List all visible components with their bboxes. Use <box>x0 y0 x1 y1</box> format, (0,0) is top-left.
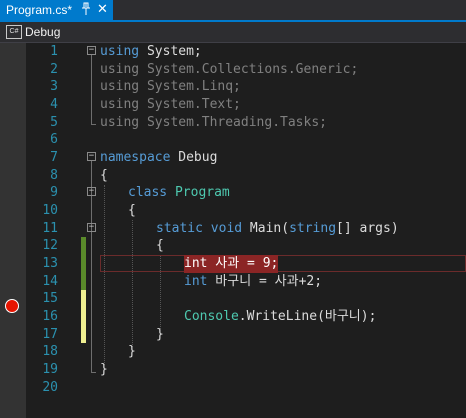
code-text: Debug <box>170 150 218 166</box>
keyword: static <box>156 220 203 236</box>
keyword: using <box>100 79 140 95</box>
code-text: } <box>100 362 108 378</box>
code-text: System.Linq; <box>139 79 241 95</box>
line-number: 16 <box>42 309 58 325</box>
code-editor[interactable]: 1 − using System; 2 using System.Collect… <box>26 43 466 418</box>
line-number: 7 <box>50 150 58 166</box>
line-number: 12 <box>42 238 58 254</box>
line-number: 1 <box>50 44 58 59</box>
keyword: using <box>100 114 140 130</box>
code-line-14: 14 int 바구니 = 사과+2; <box>26 273 466 291</box>
code-line-19: 19 } <box>26 361 466 379</box>
code-line-18: 18 } <box>26 343 466 361</box>
code-text: } <box>128 344 136 360</box>
line-number: 18 <box>42 344 58 360</box>
keyword: namespace <box>100 150 171 166</box>
code-text: { <box>100 167 108 183</box>
code-line-9: 9 − class Program <box>26 184 466 202</box>
line-number: 13 <box>42 256 58 272</box>
breakpoint-icon[interactable] <box>5 299 19 313</box>
code-line-13: 13 int 사과 = 9; <box>26 255 466 273</box>
code-line-2: 2 using System.Collections.Generic; <box>26 61 466 79</box>
code-line-3: 3 using System.Linq; <box>26 78 466 96</box>
code-line-4: 4 using System.Text; <box>26 96 466 114</box>
type-name: Program <box>167 185 230 201</box>
code-line-7: 7 − namespace Debug <box>26 149 466 167</box>
line-number: 6 <box>50 132 58 148</box>
code-line-8: 8 { <box>26 167 466 185</box>
code-line-12: 12 { <box>26 237 466 255</box>
line-number: 20 <box>42 379 58 395</box>
line-number: 19 <box>42 362 58 378</box>
collapse-icon[interactable]: − <box>87 222 96 232</box>
type-name: Console <box>184 309 239 325</box>
csharp-project-icon: C# <box>6 25 22 39</box>
tab-title: Program.cs* <box>6 3 73 17</box>
code-line-10: 10 { <box>26 202 466 220</box>
line-number: 9 <box>50 185 58 201</box>
navigation-bar[interactable]: C# Debug <box>0 22 466 43</box>
code-line-20: 20 <box>26 379 466 397</box>
tab-program-cs[interactable]: Program.cs* ✕ <box>0 0 113 20</box>
keyword: string <box>289 220 337 236</box>
keyword: int <box>184 273 208 289</box>
code-text: { <box>128 203 136 219</box>
code-text: } <box>156 326 164 342</box>
code-line-1: 1 − using System; <box>26 43 466 61</box>
close-tab-button[interactable]: ✕ <box>97 1 108 17</box>
code-line-15: 15 <box>26 290 466 308</box>
line-number: 3 <box>50 79 58 95</box>
code-text: System.Collections.Generic; <box>139 61 359 77</box>
code-text: [] args) <box>336 220 399 236</box>
code-text: System.Threading.Tasks; <box>139 114 327 130</box>
code-line-11: 11 − static void Main(string[] args) <box>26 220 466 238</box>
line-number: 8 <box>50 167 58 183</box>
keyword: using <box>100 44 140 59</box>
code-text: .WriteLine(바구니); <box>238 309 377 325</box>
line-number: 2 <box>50 61 58 77</box>
breakpoint-margin[interactable] <box>0 43 26 418</box>
keyword: class <box>128 185 168 201</box>
line-number: 10 <box>42 203 58 219</box>
line-number: 15 <box>42 291 58 307</box>
code-text: { <box>156 238 164 254</box>
code-line-6: 6 <box>26 131 466 149</box>
code-text: System; <box>139 44 202 59</box>
collapse-icon[interactable]: − <box>87 152 96 162</box>
collapse-icon[interactable]: − <box>87 187 96 197</box>
code-line-16: 16 Console.WriteLine(바구니); <box>26 308 466 326</box>
line-number: 4 <box>50 97 58 112</box>
line-number: 5 <box>50 114 58 130</box>
keyword: using <box>100 97 140 112</box>
keyword: using <box>100 61 140 77</box>
document-tab-strip: Program.cs* ✕ <box>0 0 466 22</box>
line-number: 17 <box>42 326 58 342</box>
breakpoint-statement[interactable]: int 사과 = 9; <box>184 255 279 273</box>
pin-icon[interactable] <box>80 2 92 19</box>
code-line-5: 5 using System.Threading.Tasks; <box>26 114 466 132</box>
line-number: 14 <box>42 273 58 289</box>
line-number: 11 <box>42 220 58 236</box>
keyword: void <box>202 220 243 236</box>
collapse-icon[interactable]: − <box>87 46 96 55</box>
code-line-17: 17 } <box>26 326 466 344</box>
code-text: System.Text; <box>139 97 241 112</box>
code-text: 바구니 = 사과+2; <box>207 273 323 289</box>
code-text: Main( <box>242 220 290 236</box>
project-dropdown-label: Debug <box>25 25 61 39</box>
